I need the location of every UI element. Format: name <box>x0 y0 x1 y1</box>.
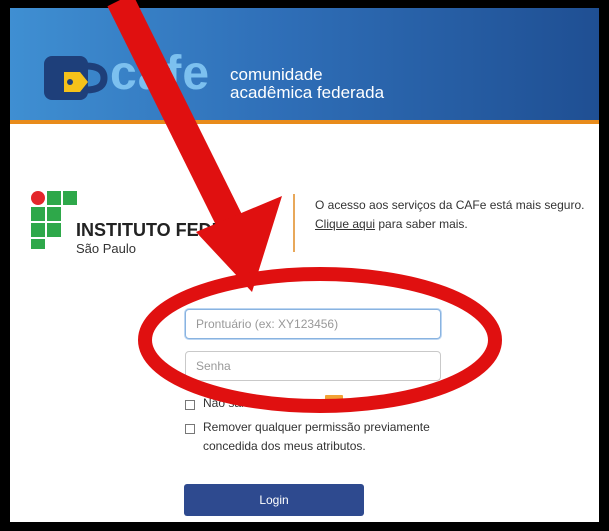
cafe-logo-text: cafe <box>110 47 211 100</box>
do-not-save-label: Não salvar <box>203 396 261 410</box>
password-input[interactable] <box>185 351 441 381</box>
username-input[interactable] <box>185 309 441 339</box>
do-not-save-checkbox[interactable] <box>185 400 195 410</box>
learn-more-link[interactable]: Clique aqui <box>315 217 375 231</box>
cafe-mug-icon <box>44 56 108 100</box>
security-notice: O acesso aos serviços da CAFe está mais … <box>315 196 599 234</box>
institution-name: INSTITUTO FEDERAL <box>76 220 261 240</box>
cafe-tagline: comunidade acadêmica federada <box>230 66 384 102</box>
tagline-line-2: acadêmica federada <box>230 83 385 102</box>
banner-accent-line <box>10 120 599 124</box>
security-notice-suffix: para saber mais. <box>375 217 468 231</box>
header-divider <box>293 194 295 252</box>
revoke-permission-checkbox[interactable] <box>185 424 195 434</box>
revoke-label-line-2: concedida dos meus atributos. <box>203 439 366 453</box>
login-button[interactable]: Login <box>184 484 364 516</box>
institution-subname: São Paulo <box>76 241 136 256</box>
security-notice-text: O acesso aos serviços da CAFe está mais … <box>315 198 585 212</box>
chat-bubble-icon <box>325 395 343 409</box>
revoke-label-line-1: Remover qualquer permissão previamente <box>203 420 430 434</box>
cafe-banner: cafe comunidade acadêmica federada <box>10 8 599 120</box>
revoke-permission-label: Remover qualquer permissão previamente c… <box>203 418 430 456</box>
tagline-line-1: comunidade <box>230 65 323 84</box>
login-page: cafe comunidade acadêmica federada INSTI… <box>10 8 599 522</box>
